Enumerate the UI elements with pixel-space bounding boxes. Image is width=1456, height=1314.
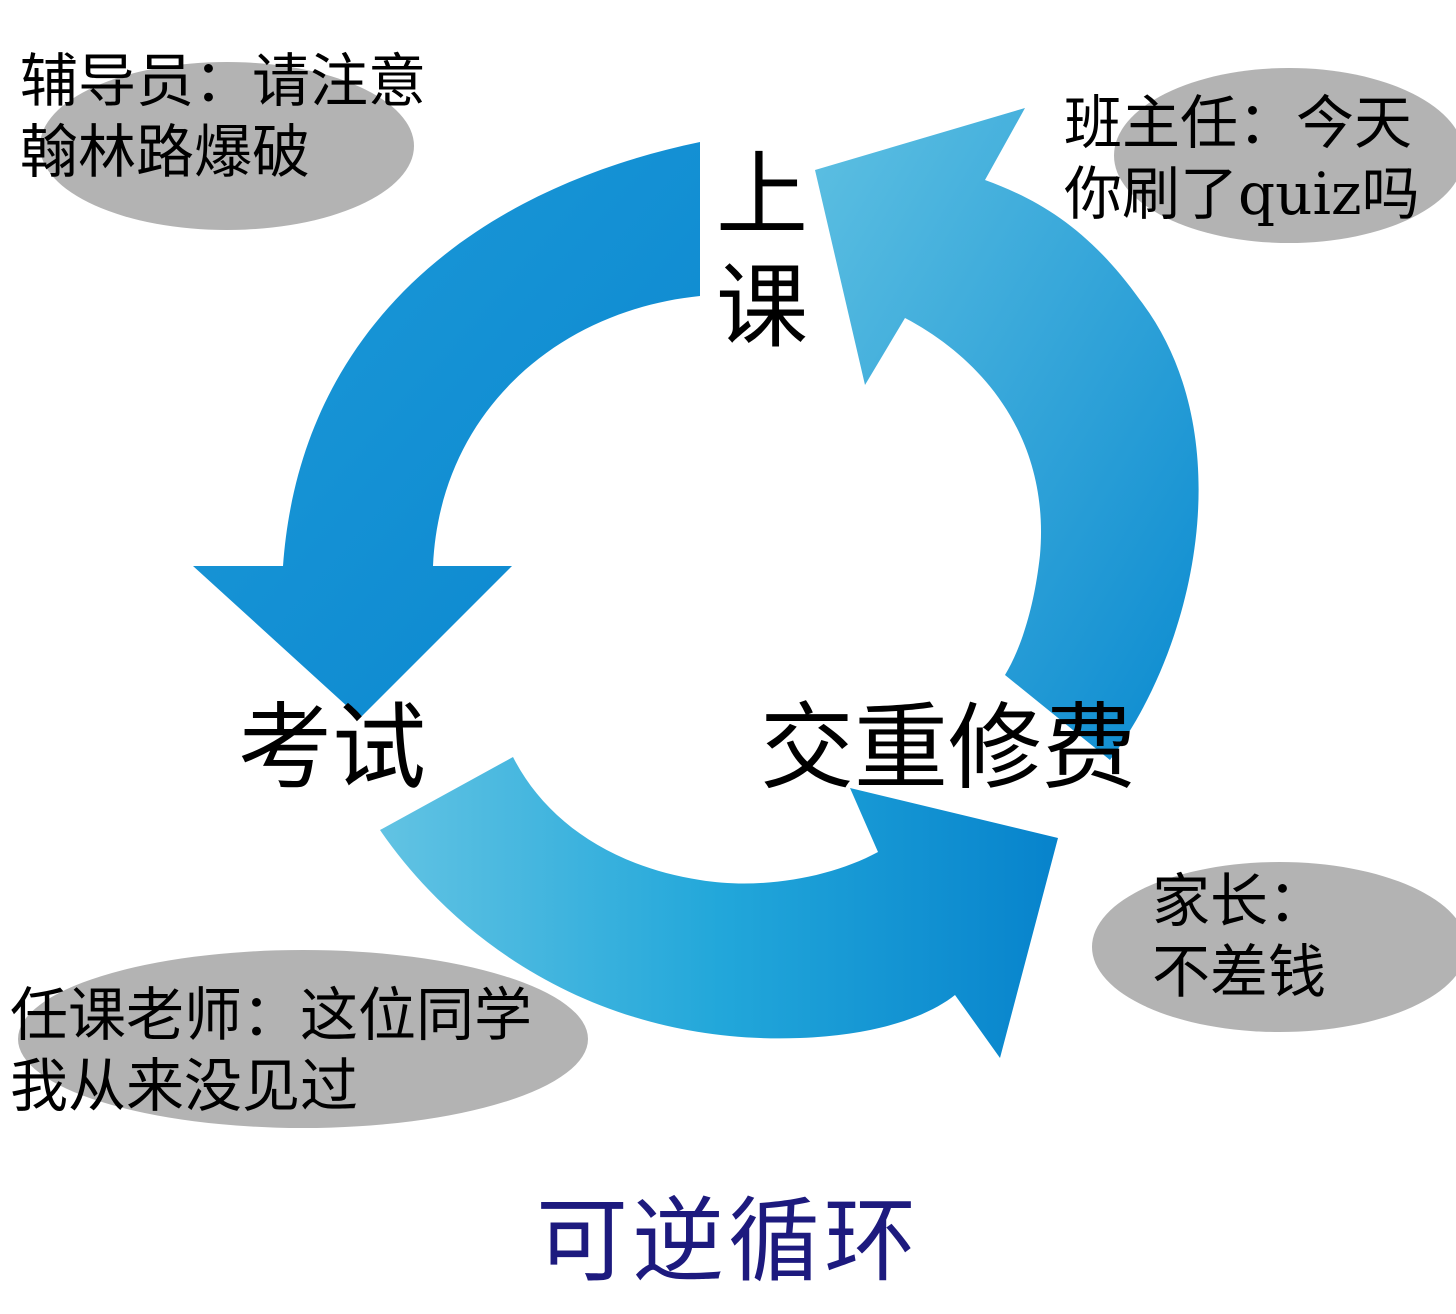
stage-class-label: 上课: [712, 140, 812, 364]
stage-exam-text: 考试: [238, 694, 427, 803]
cycle-diagram: 上课 考试 交重修费 辅导员：请注意 翰林路爆破 班主任：今天 你刷了quiz吗…: [0, 0, 1456, 1314]
head-teacher-line1: 班主任：今天: [1064, 89, 1413, 157]
stage-exam-label: 考试: [238, 702, 426, 796]
counselor-line2: 翰林路爆破: [20, 117, 311, 186]
head-teacher-note: 班主任：今天 你刷了quiz吗: [1064, 88, 1420, 230]
diagram-title: 可逆循环: [535, 1188, 920, 1295]
instructor-line2: 我从来没见过: [10, 1051, 359, 1120]
head-teacher-line2: 你刷了quiz吗: [1064, 159, 1420, 228]
parents-line1: 家长：: [1152, 867, 1327, 935]
stage-fee-label: 交重修费: [760, 702, 1136, 796]
stage-class-text: 上课: [716, 142, 809, 362]
instructor-line1: 任课老师：这位同学: [10, 981, 533, 1049]
instructor-note: 任课老师：这位同学 我从来没见过: [10, 980, 532, 1122]
parents-note: 家长： 不差钱: [1152, 866, 1326, 1008]
parents-line2: 不差钱: [1152, 937, 1327, 1006]
counselor-line1: 辅导员：请注意: [20, 47, 427, 115]
counselor-note: 辅导员：请注意 翰林路爆破: [20, 46, 426, 188]
arrow-class-to-exam: [193, 142, 700, 718]
stage-fee-text: 交重修费: [760, 694, 1137, 803]
